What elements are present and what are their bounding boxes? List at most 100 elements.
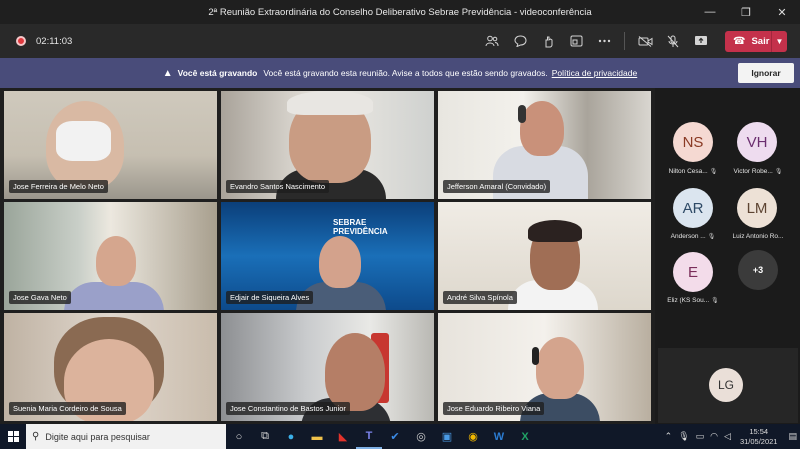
video-tile[interactable]: André Silva Spínola [438,202,651,310]
ignore-button[interactable]: Ignorar [738,63,794,83]
avatar-initials: VH [746,133,768,151]
edge-icon[interactable]: ● [278,424,304,449]
video-tile[interactable]: Jose Eduardo Ribeiro Viana [438,313,651,421]
clock[interactable]: 15:54 31/05/2021 [740,427,778,447]
network-icon[interactable]: ▭ [696,431,705,442]
app-icon[interactable]: ◎ [408,424,434,449]
notifications-icon[interactable]: ▤ [788,431,797,442]
banner-title: Você está gravando [177,68,258,78]
avatar[interactable]: NS [673,122,713,162]
excel-icon[interactable]: X [512,424,538,449]
video-tile[interactable]: Jose Gava Neto [4,202,217,310]
participant-name: Jose Gava Neto [9,291,71,304]
participant-hair [287,91,373,115]
microphone-icon[interactable]: 🎙 [678,431,689,442]
volume-icon[interactable]: ◁ [724,431,731,442]
clock-time: 15:54 [749,426,769,436]
participant-face [319,236,361,288]
avatar[interactable]: E [673,252,713,292]
security-icon[interactable]: ▣ [434,424,460,449]
wifi-icon[interactable]: ◠ [710,431,718,442]
microphone-off-icon: 🎙 [774,169,783,175]
video-tile[interactable]: Suenia Maria Cordeiro de Sousa [4,313,217,421]
task-view-icon[interactable]: ⧉ [252,424,278,449]
participant-name: Edjair de Siqueira Alves [226,291,314,304]
microphone-off-icon: 🎙 [707,234,716,240]
participant-hair [528,220,582,242]
meeting-controls [478,24,715,58]
phone-hangup-icon: ☎ [733,36,746,47]
title-bar: 2ª Reunião Extraordinária do Conselho De… [0,0,800,24]
avatar-initials: LM [746,199,768,217]
avatar[interactable]: LM [737,188,777,228]
recording-indicator-icon [16,36,26,46]
video-tile[interactable]: Jefferson Amaral (Convidado) [438,91,651,199]
avatar-initials: AR [682,199,704,217]
more-participants-button[interactable]: +3 [738,250,778,290]
participant-name: Jose Constantino de Bastos Junior [226,402,350,415]
breakout-rooms-icon[interactable] [562,27,590,55]
participant-face [520,101,564,156]
windows-taskbar: ⚲ Digite aqui para pesquisar ○ ⧉ ● ▬ ◣ T… [0,424,800,449]
word-icon[interactable]: W [486,424,512,449]
headset-icon [532,347,539,365]
leave-button[interactable]: ☎ Sair ▼ [725,31,787,52]
meeting-toolbar: 02:11:03 ☎ Sair ▼ [0,24,800,58]
chevron-up-icon[interactable]: ⌃ [665,431,673,442]
file-explorer-icon[interactable]: ▬ [304,424,330,449]
banner-text: Você está gravando esta reunião. Avise a… [263,68,548,78]
participants-icon[interactable] [478,27,506,55]
video-tile[interactable]: Jose Ferreira de Melo Neto [4,91,217,199]
close-button[interactable]: ✕ [764,0,800,24]
self-avatar: LG [709,368,743,402]
privacy-policy-link[interactable]: Política de privacidade [552,68,638,78]
share-screen-icon[interactable] [687,27,715,55]
headset-icon [518,105,526,123]
acrobat-icon[interactable]: ◣ [330,424,356,449]
meeting-timer: 02:11:03 [36,35,73,47]
search-icon: ⚲ [32,431,40,442]
participant-name: Suenia Maria Cordeiro de Sousa [9,402,126,415]
avatar-name: Eliz (KS Sou... 🎙 [667,297,719,304]
todo-icon[interactable]: ✔ [382,424,408,449]
avatar[interactable]: AR [673,188,713,228]
reactions-icon[interactable] [534,27,562,55]
leave-label: Sair [751,36,770,47]
microphone-off-icon: 🎙 [709,169,718,175]
video-tile[interactable]: Jose Constantino de Bastos Junior [221,313,434,421]
toolbar-divider [624,32,625,50]
windows-start-icon[interactable] [0,424,26,449]
chevron-down-icon[interactable]: ▼ [771,31,787,52]
restore-button[interactable]: ❐ [728,0,764,24]
participant-face [96,236,136,286]
taskbar-search[interactable]: ⚲ Digite aqui para pesquisar [26,424,226,449]
video-tile[interactable]: SEBRAE PREVIDÊNCIA Edjair de Siqueira Al… [221,202,434,310]
microphone-off-icon[interactable] [659,27,687,55]
chrome-icon[interactable]: ◉ [460,424,486,449]
camera-off-icon[interactable] [631,27,659,55]
search-placeholder: Digite aqui para pesquisar [45,431,150,442]
cortana-icon[interactable]: ○ [226,424,252,449]
system-tray: ⌃ 🎙 ▭ ◠ ◁ 15:54 31/05/2021 ▤ [662,424,800,449]
participant-name: Evandro Santos Nascimento [226,180,330,193]
video-tile[interactable]: Evandro Santos Nascimento [221,91,434,199]
participant-name: Jose Ferreira de Melo Neto [9,180,108,193]
participant-face [325,333,385,411]
minimize-button[interactable]: — [692,0,728,24]
participant-name: André Silva Spínola [443,291,517,304]
recording-banner: ▲ Você está gravando Você está gravando … [0,58,800,88]
avatar-name: Anderson ... 🎙 [670,233,716,240]
clock-date: 31/05/2021 [739,436,778,446]
warning-icon: ▲ [162,67,173,79]
teams-icon[interactable]: T [356,424,382,449]
participant-name: Jefferson Amaral (Convidado) [443,180,551,193]
window-title: 2ª Reunião Extraordinária do Conselho De… [208,6,592,18]
chat-icon[interactable] [506,27,534,55]
participant-body [64,282,164,310]
window-controls: — ❐ ✕ [692,0,800,24]
avatar-name: Victor Robe... 🎙 [733,168,783,175]
avatar-initials: E [687,263,698,281]
more-options-icon[interactable] [590,27,618,55]
avatar[interactable]: VH [737,122,777,162]
microphone-off-icon: 🎙 [711,298,719,304]
